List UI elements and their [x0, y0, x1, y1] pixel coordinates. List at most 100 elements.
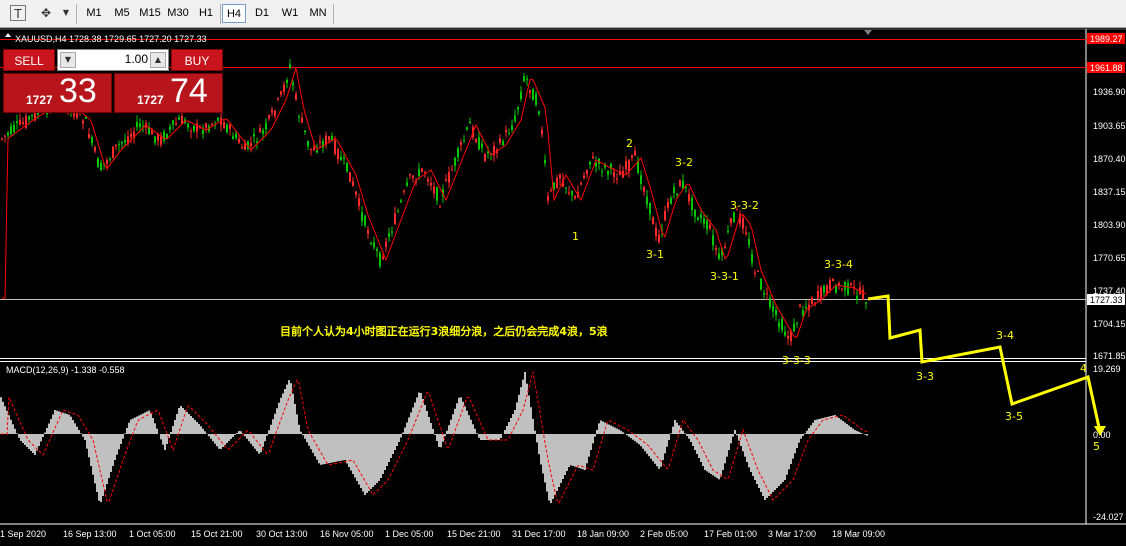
sell-price-big: 33 — [59, 72, 97, 110]
price-label: 1903.65 — [1093, 121, 1126, 131]
candle-body — [439, 206, 441, 208]
candle-body — [328, 136, 330, 141]
time-label: 17 Feb 01:00 — [704, 529, 757, 539]
candle-body — [349, 172, 351, 182]
candle-body — [163, 131, 165, 141]
projection-label: 3-5 — [1005, 410, 1023, 423]
price-tag-red-label: 1961.88 — [1090, 63, 1123, 73]
candle-body — [445, 179, 447, 181]
time-label: 2 Feb 05:00 — [640, 529, 688, 539]
time-label: 1 Oct 05:00 — [129, 529, 176, 539]
candle-body — [637, 161, 639, 174]
candle-body — [205, 123, 207, 128]
candle-body — [154, 136, 156, 143]
projection-label: 3-3 — [916, 370, 934, 383]
candle-body — [178, 117, 180, 120]
candle-body — [748, 239, 750, 246]
sell-button[interactable]: SELL — [3, 49, 55, 71]
analysis-note: 目前个人认为4小时图正在运行3浪细分浪，之后仍会完成4浪，5浪 — [280, 324, 608, 338]
candle-body — [667, 201, 669, 208]
buy-price-small: 1727 — [137, 93, 164, 107]
candle-body — [187, 123, 189, 128]
candle-body — [676, 193, 678, 196]
candle-body — [283, 84, 285, 92]
candle-body — [418, 169, 420, 176]
wave-labels: 1 2 3-1 3-2 3-3-1 3-3-2 3-3-3 3-3-4 3-3 … — [572, 137, 1100, 453]
candle-body — [457, 148, 459, 158]
buy-button[interactable]: BUY — [171, 49, 223, 71]
lot-size-input[interactable]: ▼ 1.00 ▲ — [57, 49, 169, 71]
candle-body — [4, 135, 6, 137]
candle-body — [160, 136, 162, 145]
candle-body — [709, 224, 711, 229]
candle-body — [343, 157, 345, 159]
candle-body — [352, 181, 354, 186]
candle-body — [850, 283, 852, 286]
candle-body — [673, 187, 675, 193]
candle-body — [760, 278, 762, 290]
wave-label: 1 — [572, 230, 579, 243]
candle-body — [583, 175, 585, 179]
candle-body — [262, 130, 264, 134]
candle-body — [298, 116, 300, 118]
candle-body — [334, 140, 336, 154]
candle-body — [319, 141, 321, 143]
candle-body — [22, 122, 24, 124]
candle-body — [802, 310, 804, 315]
candle-body — [832, 278, 834, 282]
candle-body — [379, 253, 381, 267]
candle-body — [175, 123, 177, 125]
candle-body — [643, 187, 645, 192]
candle-body — [664, 210, 666, 221]
candle-body — [109, 158, 111, 160]
candle-body — [271, 109, 273, 113]
candle-body — [421, 168, 423, 172]
candle-body — [550, 190, 552, 192]
time-label: 15 Dec 21:00 — [447, 529, 501, 539]
candle-body — [31, 114, 33, 116]
candle-body — [652, 217, 654, 225]
candle-body — [136, 122, 138, 128]
candle-body — [784, 331, 786, 336]
time-label: 30 Oct 13:00 — [256, 529, 308, 539]
candle-body — [367, 230, 369, 234]
sell-price-button[interactable]: 1727 33 — [3, 72, 112, 113]
buy-price-button[interactable]: 1727 74 — [114, 72, 223, 113]
price-label: 1936.90 — [1093, 87, 1126, 97]
candle-body — [307, 140, 309, 147]
candle-body — [316, 149, 318, 153]
buy-price-big: 74 — [170, 72, 208, 110]
candle-body — [115, 144, 117, 147]
candle-body — [679, 180, 681, 187]
price-label: 1803.90 — [1093, 220, 1126, 230]
candle-body — [634, 151, 636, 156]
lot-increase-icon[interactable]: ▲ — [150, 52, 166, 68]
macd-axis-label: 19.269 — [1093, 364, 1121, 374]
wave-label: 2 — [626, 137, 633, 150]
candle-body — [484, 154, 486, 161]
candle-body — [406, 182, 408, 186]
time-label: 1 Sep 2020 — [0, 529, 46, 539]
candle-body — [508, 133, 510, 135]
candle-body — [616, 178, 618, 180]
candle-body — [796, 322, 798, 324]
candle-body — [118, 144, 120, 146]
wave-label: 3-3-3 — [782, 354, 811, 367]
lot-value[interactable]: 1.00 — [78, 52, 148, 66]
lot-decrease-icon[interactable]: ▼ — [60, 52, 76, 68]
candle-body — [463, 140, 465, 142]
candle-body — [820, 287, 822, 299]
candle-body — [382, 256, 384, 259]
price-tag-current-label: 1727.33 — [1090, 295, 1123, 305]
candle-body — [280, 91, 282, 95]
wave-label: 3-2 — [675, 156, 693, 169]
candle-body — [829, 280, 831, 291]
candle-body — [757, 271, 759, 273]
candle-body — [547, 196, 549, 201]
candle-body — [505, 129, 507, 133]
candle-body — [532, 89, 534, 101]
candle-body — [268, 115, 270, 119]
candle-body — [694, 209, 696, 217]
macd-signal-line — [1, 371, 868, 504]
sell-price-small: 1727 — [26, 93, 53, 107]
